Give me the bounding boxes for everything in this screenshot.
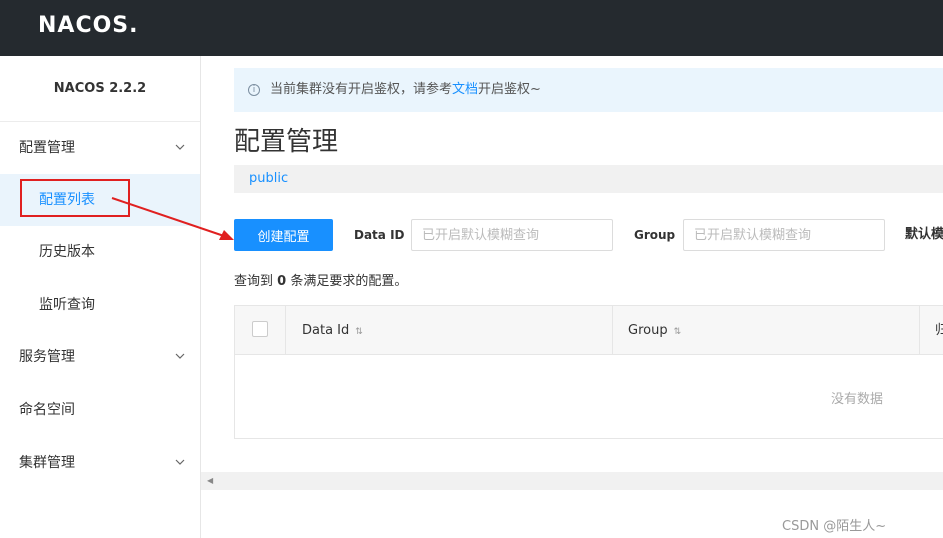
- column-divider: [919, 306, 920, 355]
- data-id-label: Data ID: [354, 228, 405, 242]
- watermark: CSDN @陌生人~: [782, 519, 887, 534]
- sidebar-item-label: 服务管理: [19, 349, 75, 365]
- result-count: 0: [277, 274, 287, 289]
- sidebar-item-history-version[interactable]: 历史版本: [0, 226, 200, 278]
- column-divider: [285, 306, 286, 355]
- namespace-bar: public: [234, 165, 943, 193]
- sidebar-item-service-management[interactable]: 服务管理: [0, 331, 200, 383]
- annotation-highlight-box: [20, 179, 130, 217]
- sidebar-item-cluster-management[interactable]: 集群管理: [0, 437, 200, 489]
- data-id-input[interactable]: [411, 219, 613, 251]
- nacos-logo[interactable]: NACOS.: [38, 10, 139, 40]
- notice-text-after: 开启鉴权~: [478, 82, 541, 97]
- column-header-label: 归: [935, 323, 943, 338]
- horizontal-scrollbar[interactable]: ◀: [201, 472, 943, 490]
- config-table: Data Id ⇅ Group ⇅ 归 没有数据: [234, 305, 943, 439]
- column-header-label: Data Id: [302, 323, 350, 338]
- top-bar: NACOS.: [0, 0, 943, 56]
- column-header-truncated[interactable]: 归: [935, 306, 943, 355]
- group-label: Group: [634, 228, 676, 242]
- sidebar-item-label: 监听查询: [39, 297, 95, 313]
- column-header-group[interactable]: Group ⇅: [628, 306, 681, 355]
- notice-text-before: 当前集群没有开启鉴权，请参考: [270, 82, 453, 97]
- column-header-label: Group: [628, 323, 668, 338]
- empty-state-text: 没有数据: [831, 392, 884, 407]
- chevron-down-icon: [175, 459, 185, 465]
- scroll-left-icon[interactable]: ◀: [207, 476, 213, 485]
- sidebar: NACOS 2.2.2 配置管理 配置列表 历史版本 监听查询 服务管理 命名空…: [0, 56, 201, 538]
- version-label: NACOS 2.2.2: [0, 56, 200, 122]
- sort-icon[interactable]: ⇅: [674, 327, 682, 337]
- page-title: 配置管理: [234, 127, 339, 157]
- table-header: Data Id ⇅ Group ⇅ 归: [235, 306, 943, 355]
- info-icon: i: [248, 83, 260, 96]
- sidebar-item-namespace[interactable]: 命名空间: [0, 384, 200, 436]
- select-all-checkbox[interactable]: [252, 321, 268, 337]
- docs-link[interactable]: 文档: [452, 82, 478, 97]
- auth-notice: i 当前集群没有开启鉴权，请参考文档开启鉴权~: [234, 68, 943, 112]
- create-config-button[interactable]: 创建配置: [234, 219, 333, 251]
- sidebar-item-config-management[interactable]: 配置管理: [0, 122, 200, 174]
- sidebar-item-label: 集群管理: [19, 455, 75, 471]
- result-prefix: 查询到: [234, 274, 274, 289]
- sidebar-item-label: 命名空间: [19, 402, 75, 418]
- chevron-down-icon: [175, 353, 185, 359]
- chevron-down-icon: [175, 144, 185, 150]
- namespace-public[interactable]: public: [249, 171, 288, 186]
- column-divider: [612, 306, 613, 355]
- result-summary: 查询到 0 条满足要求的配置。: [234, 270, 407, 289]
- result-suffix: 条满足要求的配置。: [290, 274, 408, 289]
- truncated-filter-label: 默认模: [905, 227, 943, 242]
- sort-icon[interactable]: ⇅: [355, 327, 363, 337]
- group-input[interactable]: [683, 219, 885, 251]
- sidebar-item-listener-query[interactable]: 监听查询: [0, 279, 200, 331]
- logo-text: NACOS.: [38, 12, 139, 38]
- sidebar-item-label: 历史版本: [39, 244, 95, 260]
- sidebar-item-label: 配置管理: [19, 140, 75, 156]
- column-header-data-id[interactable]: Data Id ⇅: [302, 306, 363, 355]
